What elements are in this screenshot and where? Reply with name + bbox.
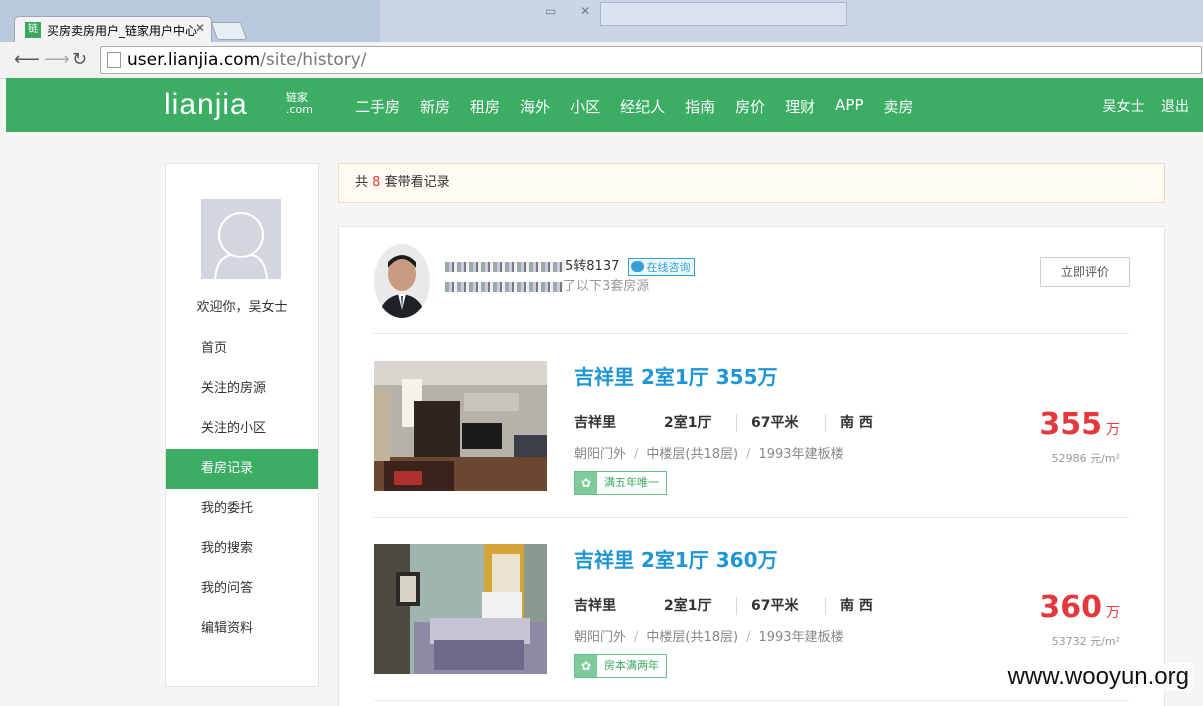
nav-item-zufang[interactable]: 租房 (470, 96, 500, 117)
house-region[interactable]: 朝阳门外 (574, 630, 626, 645)
nav-item-xiaoqu[interactable]: 小区 (570, 96, 600, 117)
browser-tab-strip: ▭ ✕ 链 买房卖房用户_链家用户中心 ✕ (0, 0, 1203, 43)
house-orientation: 南 西 (840, 415, 873, 431)
page-icon (107, 52, 121, 68)
house-listing: 吉祥里 2室1厅 355万 吉祥里 2室1厅 67平米 南 西 朝阳门外 / 中楼层(共1… (339, 361, 1164, 521)
house-community[interactable]: 吉祥里 (574, 412, 664, 432)
sidebar: 欢迎你，吴女士 首页 关注的房源 关注的小区 看房记录 我的委托 我的搜索 我的… (165, 163, 319, 687)
watermark: www.wooyun.org (1003, 663, 1193, 691)
main-nav: 二手房 新房 租房 海外 小区 经纪人 指南 房价 理财 APP 卖房 (355, 96, 934, 117)
house-unit-price: 53732 元/m² (1051, 635, 1120, 648)
reload-icon[interactable]: ↻ (72, 49, 87, 70)
house-price: 355 万 (1039, 407, 1120, 442)
divider (374, 700, 1129, 701)
gift-icon: ✿ (575, 472, 597, 494)
nav-item-licai[interactable]: 理财 (785, 96, 815, 117)
welcome-text: 欢迎你，吴女士 (196, 300, 288, 315)
house-tag: ✿ 房本满两年 (574, 654, 667, 678)
record-count: 8 (372, 175, 381, 190)
spec-separator (736, 597, 737, 615)
sidebar-item-followed-listings[interactable]: 关注的房源 (166, 369, 318, 409)
avatar[interactable] (201, 199, 281, 279)
browser-tab[interactable]: 链 买房卖房用户_链家用户中心 ✕ (14, 16, 212, 43)
spec-separator (736, 414, 737, 432)
house-price: 360 万 (1039, 590, 1120, 625)
address-bar[interactable]: user.lianjia.com/site/history/ (100, 46, 1202, 74)
divider (374, 517, 1129, 518)
redacted-visit-date (445, 281, 563, 292)
agent-info: 5转8137 在线咨询 (445, 255, 695, 276)
house-built: 1993年建板楼 (758, 447, 844, 462)
nav-item-app[interactable]: APP (835, 96, 863, 117)
house-title[interactable]: 吉祥里 2室1厅 360万 (574, 544, 778, 573)
divider (374, 333, 1129, 334)
sidebar-item-edit-profile[interactable]: 编辑资料 (166, 609, 318, 649)
url-text: user.lianjia.com/site/history/ (127, 50, 367, 70)
house-tag: ✿ 满五年唯一 (574, 471, 667, 495)
house-floor: 中楼层(共18层) (646, 630, 739, 645)
lianjia-logo[interactable]: lianjia (164, 88, 248, 122)
sidebar-item-followed-communities[interactable]: 关注的小区 (166, 409, 318, 449)
sidebar-item-home[interactable]: 首页 (166, 329, 318, 369)
house-photo[interactable] (374, 544, 547, 674)
house-location: 朝阳门外 / 中楼层(共18层)/1993年建板楼 (574, 447, 844, 462)
online-consult-button[interactable]: 在线咨询 (627, 257, 695, 276)
spec-separator (825, 414, 826, 432)
forward-arrow-icon[interactable]: ⟶ (44, 49, 70, 70)
nav-item-ershoufang[interactable]: 二手房 (355, 96, 400, 117)
back-arrow-icon[interactable]: ⟵ (14, 49, 40, 70)
house-specs: 吉祥里 2室1厅 67平米 南 西 (574, 412, 873, 432)
logo-subtext: 链家 .com (286, 91, 313, 116)
house-unit-price: 52986 元/m² (1051, 452, 1120, 465)
house-orientation: 南 西 (840, 598, 873, 614)
sidebar-item-my-qa[interactable]: 我的问答 (166, 569, 318, 609)
record-count-notice: 共 8 套带看记录 (338, 163, 1165, 203)
new-tab-button[interactable] (210, 22, 248, 40)
user-area: 吴女士 退出 (1091, 96, 1189, 116)
house-floor: 中楼层(共18层) (646, 447, 739, 462)
background-window-searchbox (600, 2, 847, 26)
chat-bubble-icon (630, 260, 644, 272)
house-area: 67平米 (751, 415, 799, 431)
sidebar-item-viewing-history[interactable]: 看房记录 (166, 449, 318, 489)
sidebar-item-my-searches[interactable]: 我的搜索 (166, 529, 318, 569)
house-built: 1993年建板楼 (758, 630, 844, 645)
tab-close-icon[interactable]: ✕ (195, 21, 205, 35)
house-title[interactable]: 吉祥里 2室1厅 355万 (574, 361, 778, 390)
favicon-icon: 链 (25, 22, 41, 38)
nav-item-haiwai[interactable]: 海外 (520, 96, 550, 117)
house-region[interactable]: 朝阳门外 (574, 447, 626, 462)
house-specs: 吉祥里 2室1厅 67平米 南 西 (574, 595, 873, 615)
gift-icon: ✿ (575, 655, 597, 677)
tab-title: 买房卖房用户_链家用户中心 (47, 24, 197, 38)
house-layout: 2室1厅 (664, 598, 712, 614)
redacted-agent-name (445, 261, 565, 272)
nav-item-jingjiren[interactable]: 经纪人 (620, 96, 665, 117)
nav-item-maifang[interactable]: 卖房 (884, 96, 914, 117)
viewing-record-card: 5转8137 在线咨询 了以下3套房源 立即评价 吉祥里 2室1厅 355万 吉… (338, 226, 1165, 706)
agent-photo[interactable] (374, 244, 430, 318)
sidebar-item-my-commissions[interactable]: 我的委托 (166, 489, 318, 529)
visit-summary: 了以下3套房源 (445, 275, 649, 294)
rate-now-button[interactable]: 立即评价 (1040, 257, 1130, 287)
house-layout: 2室1厅 (664, 415, 712, 431)
background-window-controls: ▭ ✕ (545, 4, 601, 18)
house-photo[interactable] (374, 361, 547, 491)
house-area: 67平米 (751, 598, 799, 614)
nav-item-zhinan[interactable]: 指南 (685, 96, 715, 117)
sidebar-menu: 首页 关注的房源 关注的小区 看房记录 我的委托 我的搜索 我的问答 编辑资料 (166, 329, 318, 649)
browser-toolbar: ⟵ ⟶ ↻ user.lianjia.com/site/history/ (0, 42, 1203, 79)
spec-separator (825, 597, 826, 615)
logout-link[interactable]: 退出 (1161, 99, 1189, 115)
house-community[interactable]: 吉祥里 (574, 595, 664, 615)
site-header: lianjia 链家 .com 二手房 新房 租房 海外 小区 经纪人 指南 房价… (6, 78, 1203, 132)
nav-item-fangjia[interactable]: 房价 (735, 96, 765, 117)
house-location: 朝阳门外 / 中楼层(共18层)/1993年建板楼 (574, 630, 844, 645)
nav-item-xinfang[interactable]: 新房 (420, 96, 450, 117)
user-name-link[interactable]: 吴女士 (1103, 99, 1145, 115)
